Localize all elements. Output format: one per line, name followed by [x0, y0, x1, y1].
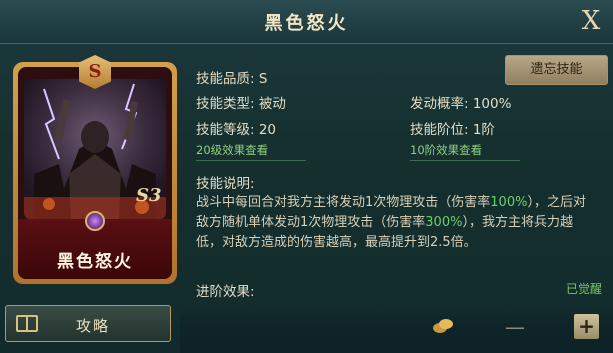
- coin-icon: [433, 319, 453, 333]
- book-icon: [16, 315, 38, 332]
- skill-quality: 技能品质: S: [196, 71, 268, 87]
- guide-button[interactable]: 攻略: [5, 305, 171, 342]
- divider: [196, 160, 306, 161]
- title-bar: 黑色怒火 X: [0, 0, 613, 44]
- skill-detail-dialog: 黑色怒火 X 黑色怒火 S S3 攻略 遗忘技能 技能品质: S 技能类型: 被…: [0, 0, 613, 353]
- card-emblem-icon: [85, 211, 105, 231]
- plus-button[interactable]: +: [574, 314, 599, 339]
- description-text: 战斗中每回合对我方主将发动1次物理攻击（伤害率: [196, 195, 491, 210]
- bottom-bar: [180, 310, 613, 353]
- skill-level: 技能等级: 20: [196, 122, 277, 138]
- skill-description: 战斗中每回合对我方主将发动1次物理攻击（伤害率100%），之后对敌方随机单体发动…: [196, 193, 598, 253]
- description-heading: 技能说明:: [196, 176, 255, 192]
- minus-button[interactable]: —: [505, 315, 525, 339]
- skill-rank: 技能阶位: 1阶: [410, 122, 495, 138]
- advanced-effect-heading: 进阶效果:: [196, 284, 255, 300]
- damage-rate-1: 100%: [490, 195, 528, 210]
- skill-type: 技能类型: 被动: [196, 96, 286, 112]
- card-level-mark: S3: [136, 185, 162, 206]
- view-level-effect-link[interactable]: 20级效果查看: [196, 142, 268, 158]
- forget-skill-button[interactable]: 遗忘技能: [505, 55, 608, 85]
- damage-rate-2: 300%: [425, 215, 463, 230]
- dialog-title: 黑色怒火: [264, 13, 349, 34]
- awakened-status: 已觉醒: [566, 282, 603, 296]
- skill-card: 黑色怒火: [13, 62, 177, 284]
- close-icon[interactable]: X: [575, 5, 607, 37]
- divider: [410, 160, 520, 161]
- trigger-rate: 发动概率: 100%: [410, 96, 512, 112]
- card-name: 黑色怒火: [57, 252, 133, 272]
- skill-card-inner: 黑色怒火: [18, 67, 172, 279]
- view-rank-effect-link[interactable]: 10阶效果查看: [410, 142, 482, 158]
- guide-button-label: 攻略: [76, 317, 111, 335]
